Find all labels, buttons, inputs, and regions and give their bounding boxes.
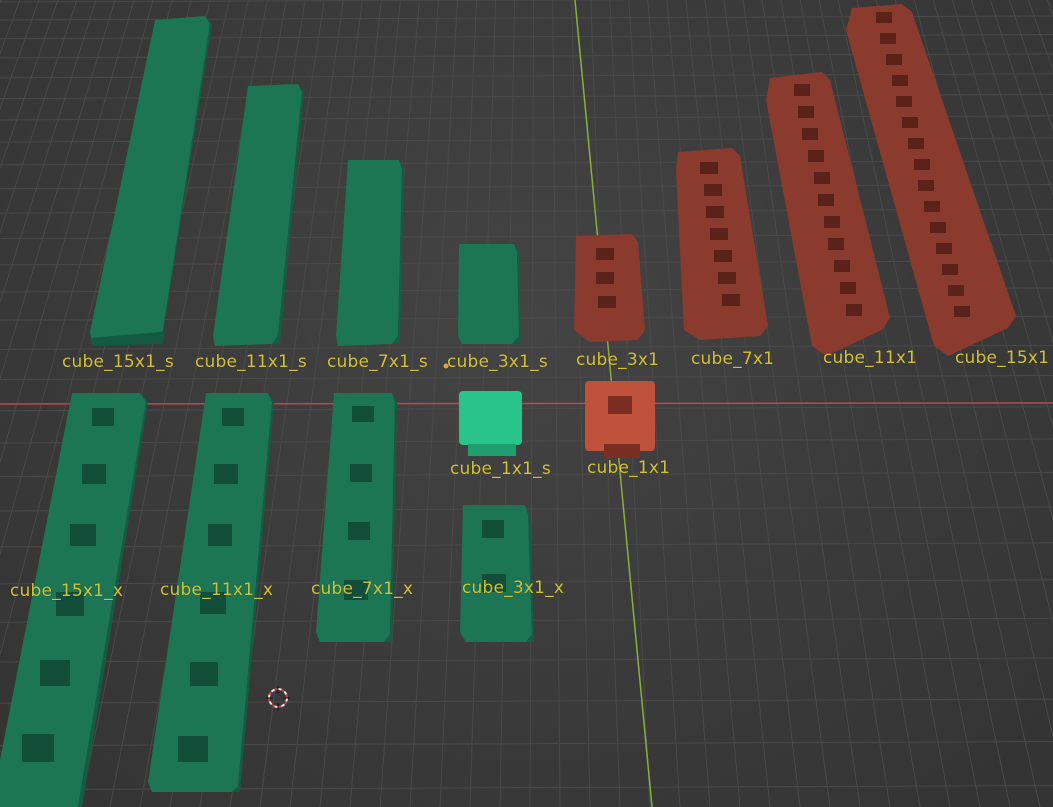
object-cube-7x1-s[interactable] bbox=[336, 160, 404, 346]
object-cube-11x1-s[interactable] bbox=[213, 84, 304, 346]
object-cube-1x1-s[interactable] bbox=[459, 391, 522, 456]
object-cube-3x1[interactable] bbox=[574, 234, 645, 342]
object-cube-7x1-x[interactable] bbox=[316, 393, 397, 642]
3d-viewport[interactable]: cube_15x1_s cube_11x1_s cube_7x1_s cube_3x1… bbox=[0, 0, 1053, 807]
scene-objects bbox=[0, 4, 1016, 807]
3d-cursor-icon[interactable] bbox=[266, 686, 290, 710]
object-cube-15x1-s[interactable] bbox=[90, 16, 212, 346]
object-cube-3x1-s[interactable] bbox=[458, 244, 521, 344]
object-cube-1x1[interactable] bbox=[585, 381, 655, 458]
object-cube-7x1[interactable] bbox=[676, 148, 768, 340]
object-cube-15x1-x[interactable] bbox=[0, 393, 148, 807]
object-cube-3x1-x[interactable] bbox=[460, 505, 534, 642]
object-cube-11x1-x[interactable] bbox=[148, 393, 274, 792]
object-origin-dot bbox=[443, 363, 449, 369]
